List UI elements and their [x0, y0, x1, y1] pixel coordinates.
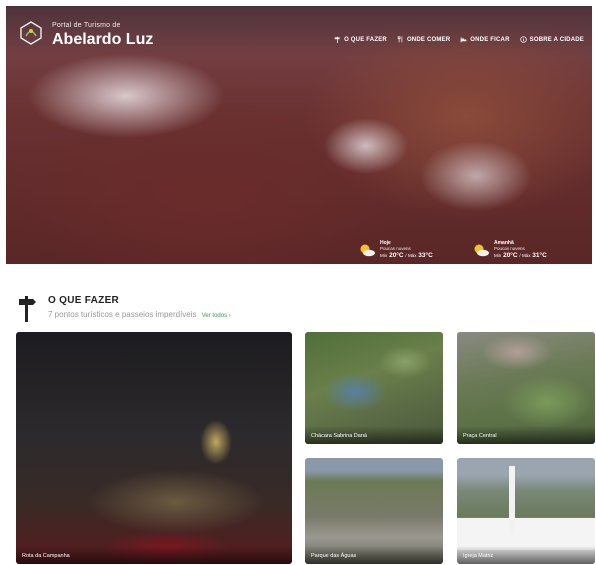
signpost-icon	[19, 296, 36, 322]
nav-label: ONDE FICAR	[470, 36, 510, 43]
attraction-card[interactable]: Parque das Águas	[305, 458, 443, 564]
cutlery-icon	[397, 36, 403, 43]
max-label: Máx	[407, 253, 417, 258]
attraction-card[interactable]: Chácara Sabrina Daná	[305, 332, 443, 444]
card-caption: Rota da Campanha	[22, 553, 70, 559]
brand-title[interactable]: Abelardo Luz	[52, 31, 153, 49]
card-caption: Igreja Matriz	[463, 553, 494, 559]
see-all-link[interactable]: Ver todos ›	[202, 313, 231, 319]
min-temp: 20°C	[503, 252, 518, 259]
card-caption: Chácara Sabrina Daná	[311, 433, 367, 439]
weather-desc: Poucas nuvens	[380, 246, 411, 251]
attraction-card[interactable]: Rota da Campanha	[16, 332, 292, 564]
section-title: O QUE FAZER	[48, 295, 120, 306]
nav-label: O QUE FAZER	[344, 36, 387, 43]
card-caption: Parque das Águas	[311, 553, 357, 559]
max-temp: 31°C	[532, 252, 547, 259]
bed-icon	[460, 37, 467, 43]
hero-banner: Portal de Turismo de Abelardo Luz O QUE …	[6, 6, 592, 264]
min-label: Min	[494, 253, 502, 258]
main-nav: O QUE FAZER ONDE COMER ONDE FICAR SOBRE …	[334, 36, 584, 43]
nav-onde-comer[interactable]: ONDE COMER	[397, 36, 450, 43]
max-label: Máx	[521, 253, 531, 258]
weather-temp: Min 20°C / Máx 33°C	[380, 252, 433, 259]
section-subtitle: 7 pontos turísticos e passeios imperdíve…	[48, 310, 231, 319]
signpost-icon	[334, 36, 340, 43]
weather-temp: Min 20°C / Máx 31°C	[494, 252, 547, 259]
info-icon	[519, 36, 527, 43]
city-logo-icon[interactable]	[18, 20, 44, 46]
nav-o-que-fazer[interactable]: O QUE FAZER	[334, 36, 387, 43]
weather-desc: Poucas nuvens	[494, 246, 525, 251]
section-header: O QUE FAZER 7 pontos turísticos e passei…	[16, 294, 231, 322]
weather-today: Hoje Poucas nuvens Min 20°C / Máx 33°C	[358, 240, 433, 259]
card-caption: Praça Central	[463, 433, 497, 439]
attraction-card[interactable]: Praça Central	[457, 332, 595, 444]
max-temp: 33°C	[418, 252, 433, 259]
attraction-card[interactable]: Igreja Matriz	[457, 458, 595, 564]
partly-cloudy-icon	[360, 244, 375, 256]
nav-sobre-a-cidade[interactable]: SOBRE A CIDADE	[519, 36, 584, 43]
weather-tomorrow: Amanhã Poucas nuvens Min 20°C / Máx 31°C	[472, 240, 547, 259]
nav-label: ONDE COMER	[406, 36, 451, 43]
brand-subtitle: Portal de Turismo de	[52, 22, 121, 29]
church-steeple	[509, 466, 515, 534]
section-subtitle-text: 7 pontos turísticos e passeios imperdíve…	[48, 310, 197, 319]
min-label: Min	[380, 253, 388, 258]
min-temp: 20°C	[389, 252, 404, 259]
nav-label: SOBRE A CIDADE	[529, 36, 584, 43]
partly-cloudy-icon	[474, 244, 489, 256]
nav-onde-ficar[interactable]: ONDE FICAR	[460, 36, 509, 43]
